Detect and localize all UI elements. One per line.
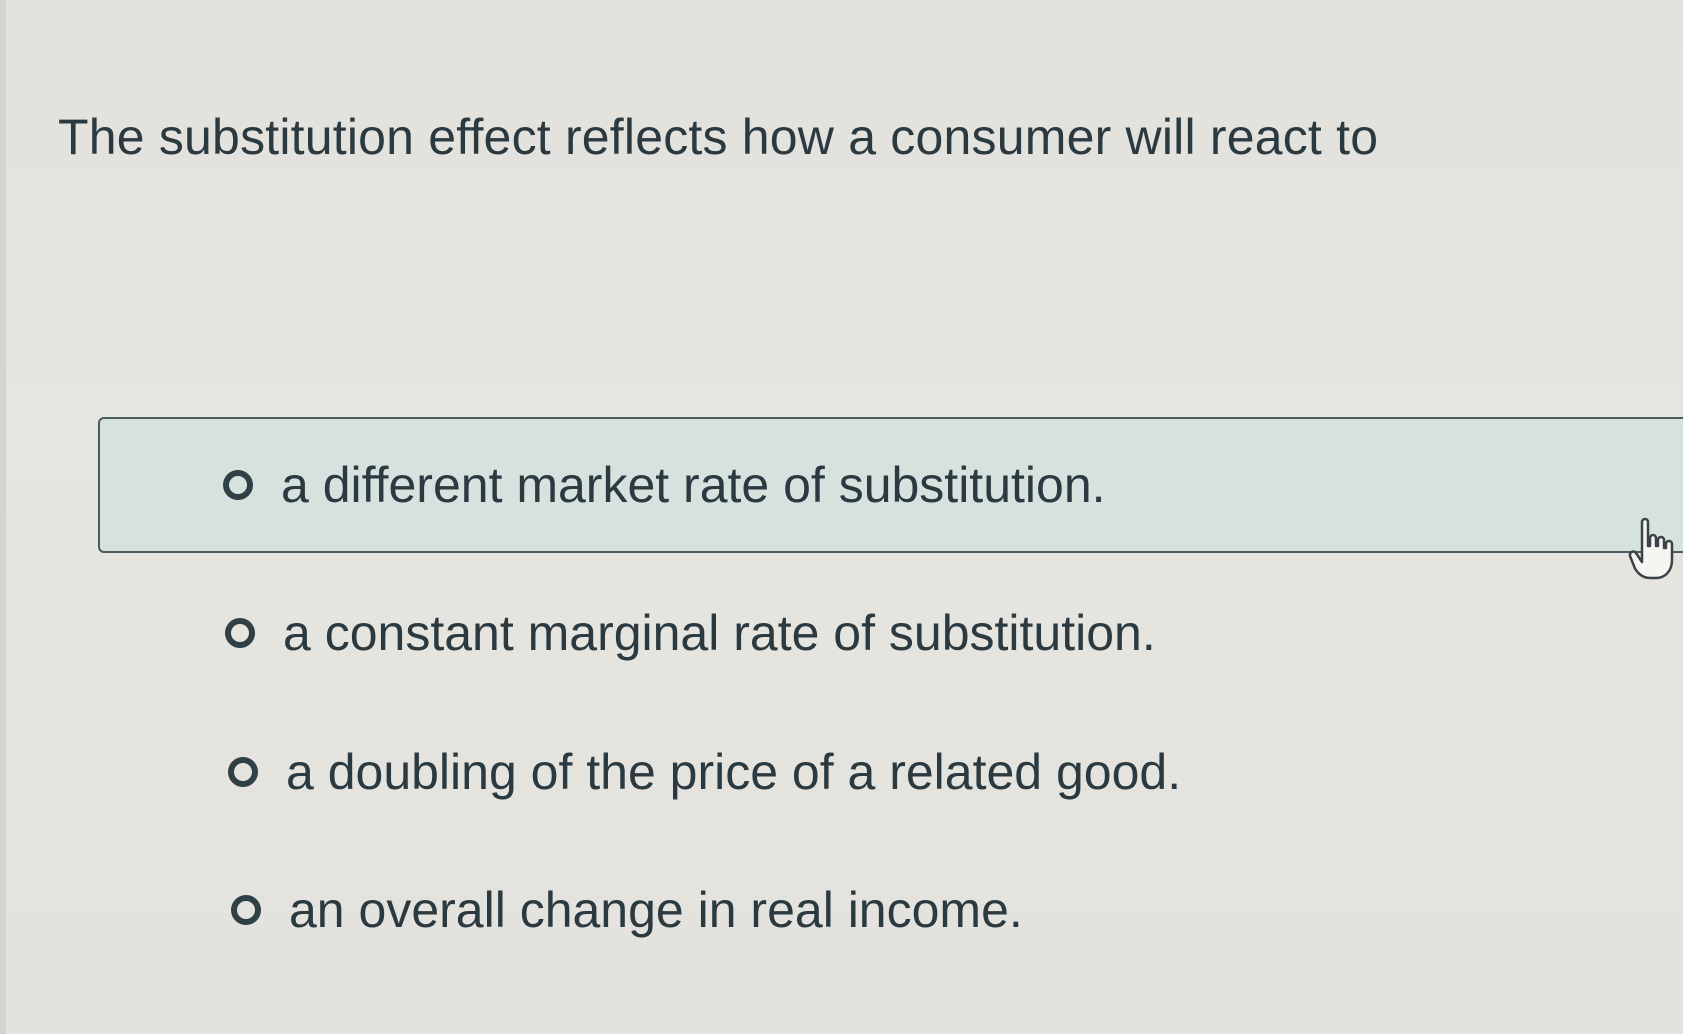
answer-option-4[interactable]: an overall change in real income.	[231, 882, 1023, 938]
radio-unselected-icon[interactable]	[231, 895, 261, 925]
answer-option-2[interactable]: a constant marginal rate of substitution…	[225, 605, 1156, 661]
hand-pointer-icon	[1628, 517, 1674, 580]
answer-option-label: a doubling of the price of a related goo…	[286, 744, 1182, 800]
quiz-screen: The substitution effect reflects how a c…	[0, 0, 1683, 1034]
answer-option-label: a constant marginal rate of substitution…	[283, 605, 1156, 661]
answer-option-label: a different market rate of substitution.	[281, 457, 1106, 513]
radio-unselected-icon[interactable]	[223, 470, 253, 500]
answer-options: a different market rate of substitution.…	[0, 0, 1683, 1034]
radio-unselected-icon[interactable]	[228, 757, 258, 787]
radio-unselected-icon[interactable]	[225, 618, 255, 648]
answer-option-label: an overall change in real income.	[289, 882, 1023, 938]
answer-option-1[interactable]: a different market rate of substitution.	[98, 417, 1683, 553]
answer-option-3[interactable]: a doubling of the price of a related goo…	[228, 744, 1181, 800]
